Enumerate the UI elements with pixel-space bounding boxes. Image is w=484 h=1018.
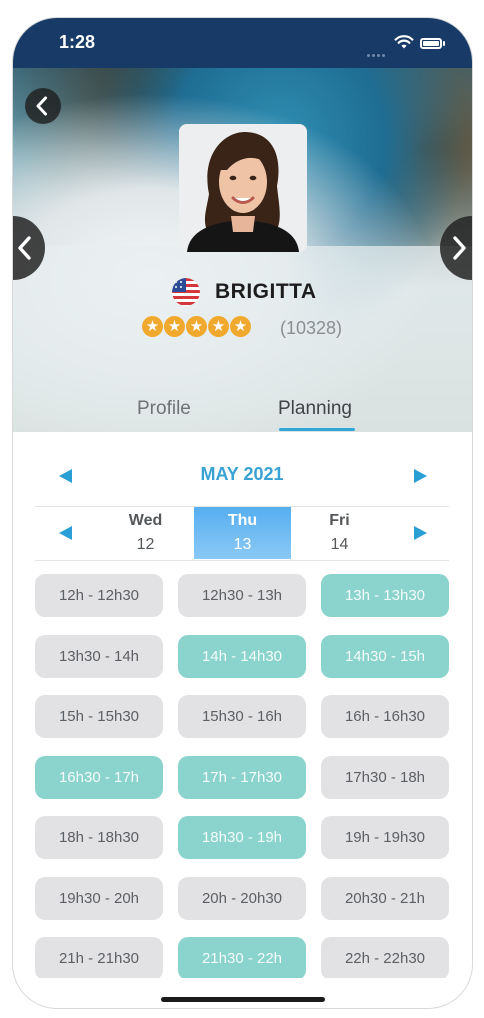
time-slot-unavailable[interactable]: 15h - 15h30	[35, 695, 163, 738]
cellular-signal-icon	[367, 44, 389, 57]
time-slot-available[interactable]: 14h30 - 15h	[321, 635, 449, 678]
day-number: 13	[233, 536, 252, 553]
time-slot-unavailable[interactable]: 12h - 12h30	[35, 574, 163, 617]
day-wed[interactable]: Wed 12	[97, 507, 194, 559]
star-icon: ★	[208, 316, 229, 337]
tab-planning[interactable]: Planning	[278, 398, 352, 420]
time-slot-unavailable[interactable]: 15h30 - 16h	[178, 695, 306, 738]
day-thu-selected[interactable]: Thu 13	[194, 507, 291, 559]
day-selector: Wed 12 Thu 13 Fri 14	[35, 506, 449, 561]
wifi-icon	[394, 35, 414, 49]
chevron-left-icon	[18, 236, 31, 260]
time-slot-unavailable[interactable]: 16h - 16h30	[321, 695, 449, 738]
chevron-right-icon	[453, 236, 466, 260]
star-icon: ★	[164, 316, 185, 337]
status-time: 1:28	[59, 32, 96, 52]
time-slot-available[interactable]: 17h - 17h30	[178, 756, 306, 799]
time-slot-available[interactable]: 21h30 - 22h	[178, 937, 306, 978]
profile-tabs: Profile Planning	[13, 390, 472, 432]
avatar	[179, 124, 307, 252]
star-icon: ★	[142, 316, 163, 337]
time-slot-unavailable[interactable]: 13h30 - 14h	[35, 635, 163, 678]
day-name: Wed	[128, 512, 163, 529]
time-slot-unavailable[interactable]: 22h - 22h30	[321, 937, 449, 978]
time-slot-unavailable[interactable]: 19h - 19h30	[321, 816, 449, 859]
rating-stars: ★ ★ ★ ★ ★	[142, 316, 252, 340]
time-slot-unavailable[interactable]: 20h30 - 21h	[321, 877, 449, 920]
tab-selected-indicator	[279, 428, 355, 431]
time-slot-unavailable[interactable]: 21h - 21h30	[35, 937, 163, 978]
us-flag-icon	[172, 278, 200, 306]
month-selector: MAY 2021	[35, 454, 449, 496]
tab-profile[interactable]: Profile	[137, 398, 191, 420]
time-slot-available[interactable]: 13h - 13h30	[321, 574, 449, 617]
back-button[interactable]	[25, 88, 61, 124]
previous-days-button[interactable]	[59, 526, 72, 540]
next-profile-button[interactable]	[440, 216, 472, 280]
phone-screen: 1:28 BRIGITTA ★ ★ ★ ★ ★ (10328) Profile …	[13, 18, 472, 1008]
day-number: 12	[136, 536, 155, 553]
review-count: (10328)	[280, 318, 343, 338]
time-slot-available[interactable]: 16h30 - 17h	[35, 756, 163, 799]
next-days-button[interactable]	[414, 526, 427, 540]
next-month-button[interactable]	[414, 469, 427, 483]
time-slot-grid: 12h - 12h30 12h30 - 13h 13h - 13h30 13h30 -…	[35, 574, 449, 978]
battery-cap	[443, 41, 445, 46]
day-number: 14	[330, 536, 349, 553]
star-icon: ★	[186, 316, 207, 337]
day-name: Thu	[227, 512, 258, 529]
time-slot-unavailable[interactable]: 18h - 18h30	[35, 816, 163, 859]
day-fri[interactable]: Fri 14	[291, 507, 388, 559]
day-name: Fri	[329, 512, 350, 529]
profile-name-row: BRIGITTA	[13, 276, 472, 308]
time-slot-unavailable[interactable]: 12h30 - 13h	[178, 574, 306, 617]
time-slot-available[interactable]: 14h - 14h30	[178, 635, 306, 678]
chevron-left-icon	[36, 96, 47, 116]
battery-icon	[420, 38, 442, 49]
time-slot-unavailable[interactable]: 20h - 20h30	[178, 877, 306, 920]
avatar-portrait	[179, 124, 307, 252]
month-label: MAY 2021	[200, 464, 284, 484]
star-icon: ★	[230, 316, 251, 337]
previous-profile-button[interactable]	[13, 216, 45, 280]
time-slot-available[interactable]: 18h30 - 19h	[178, 816, 306, 859]
home-indicator	[161, 997, 325, 1002]
time-slot-unavailable[interactable]: 17h30 - 18h	[321, 756, 449, 799]
profile-name: BRIGITTA	[215, 280, 317, 303]
status-bar: 1:28	[13, 18, 472, 68]
profile-header: BRIGITTA ★ ★ ★ ★ ★ (10328) Profile Planning	[13, 68, 472, 432]
time-slot-unavailable[interactable]: 19h30 - 20h	[35, 877, 163, 920]
